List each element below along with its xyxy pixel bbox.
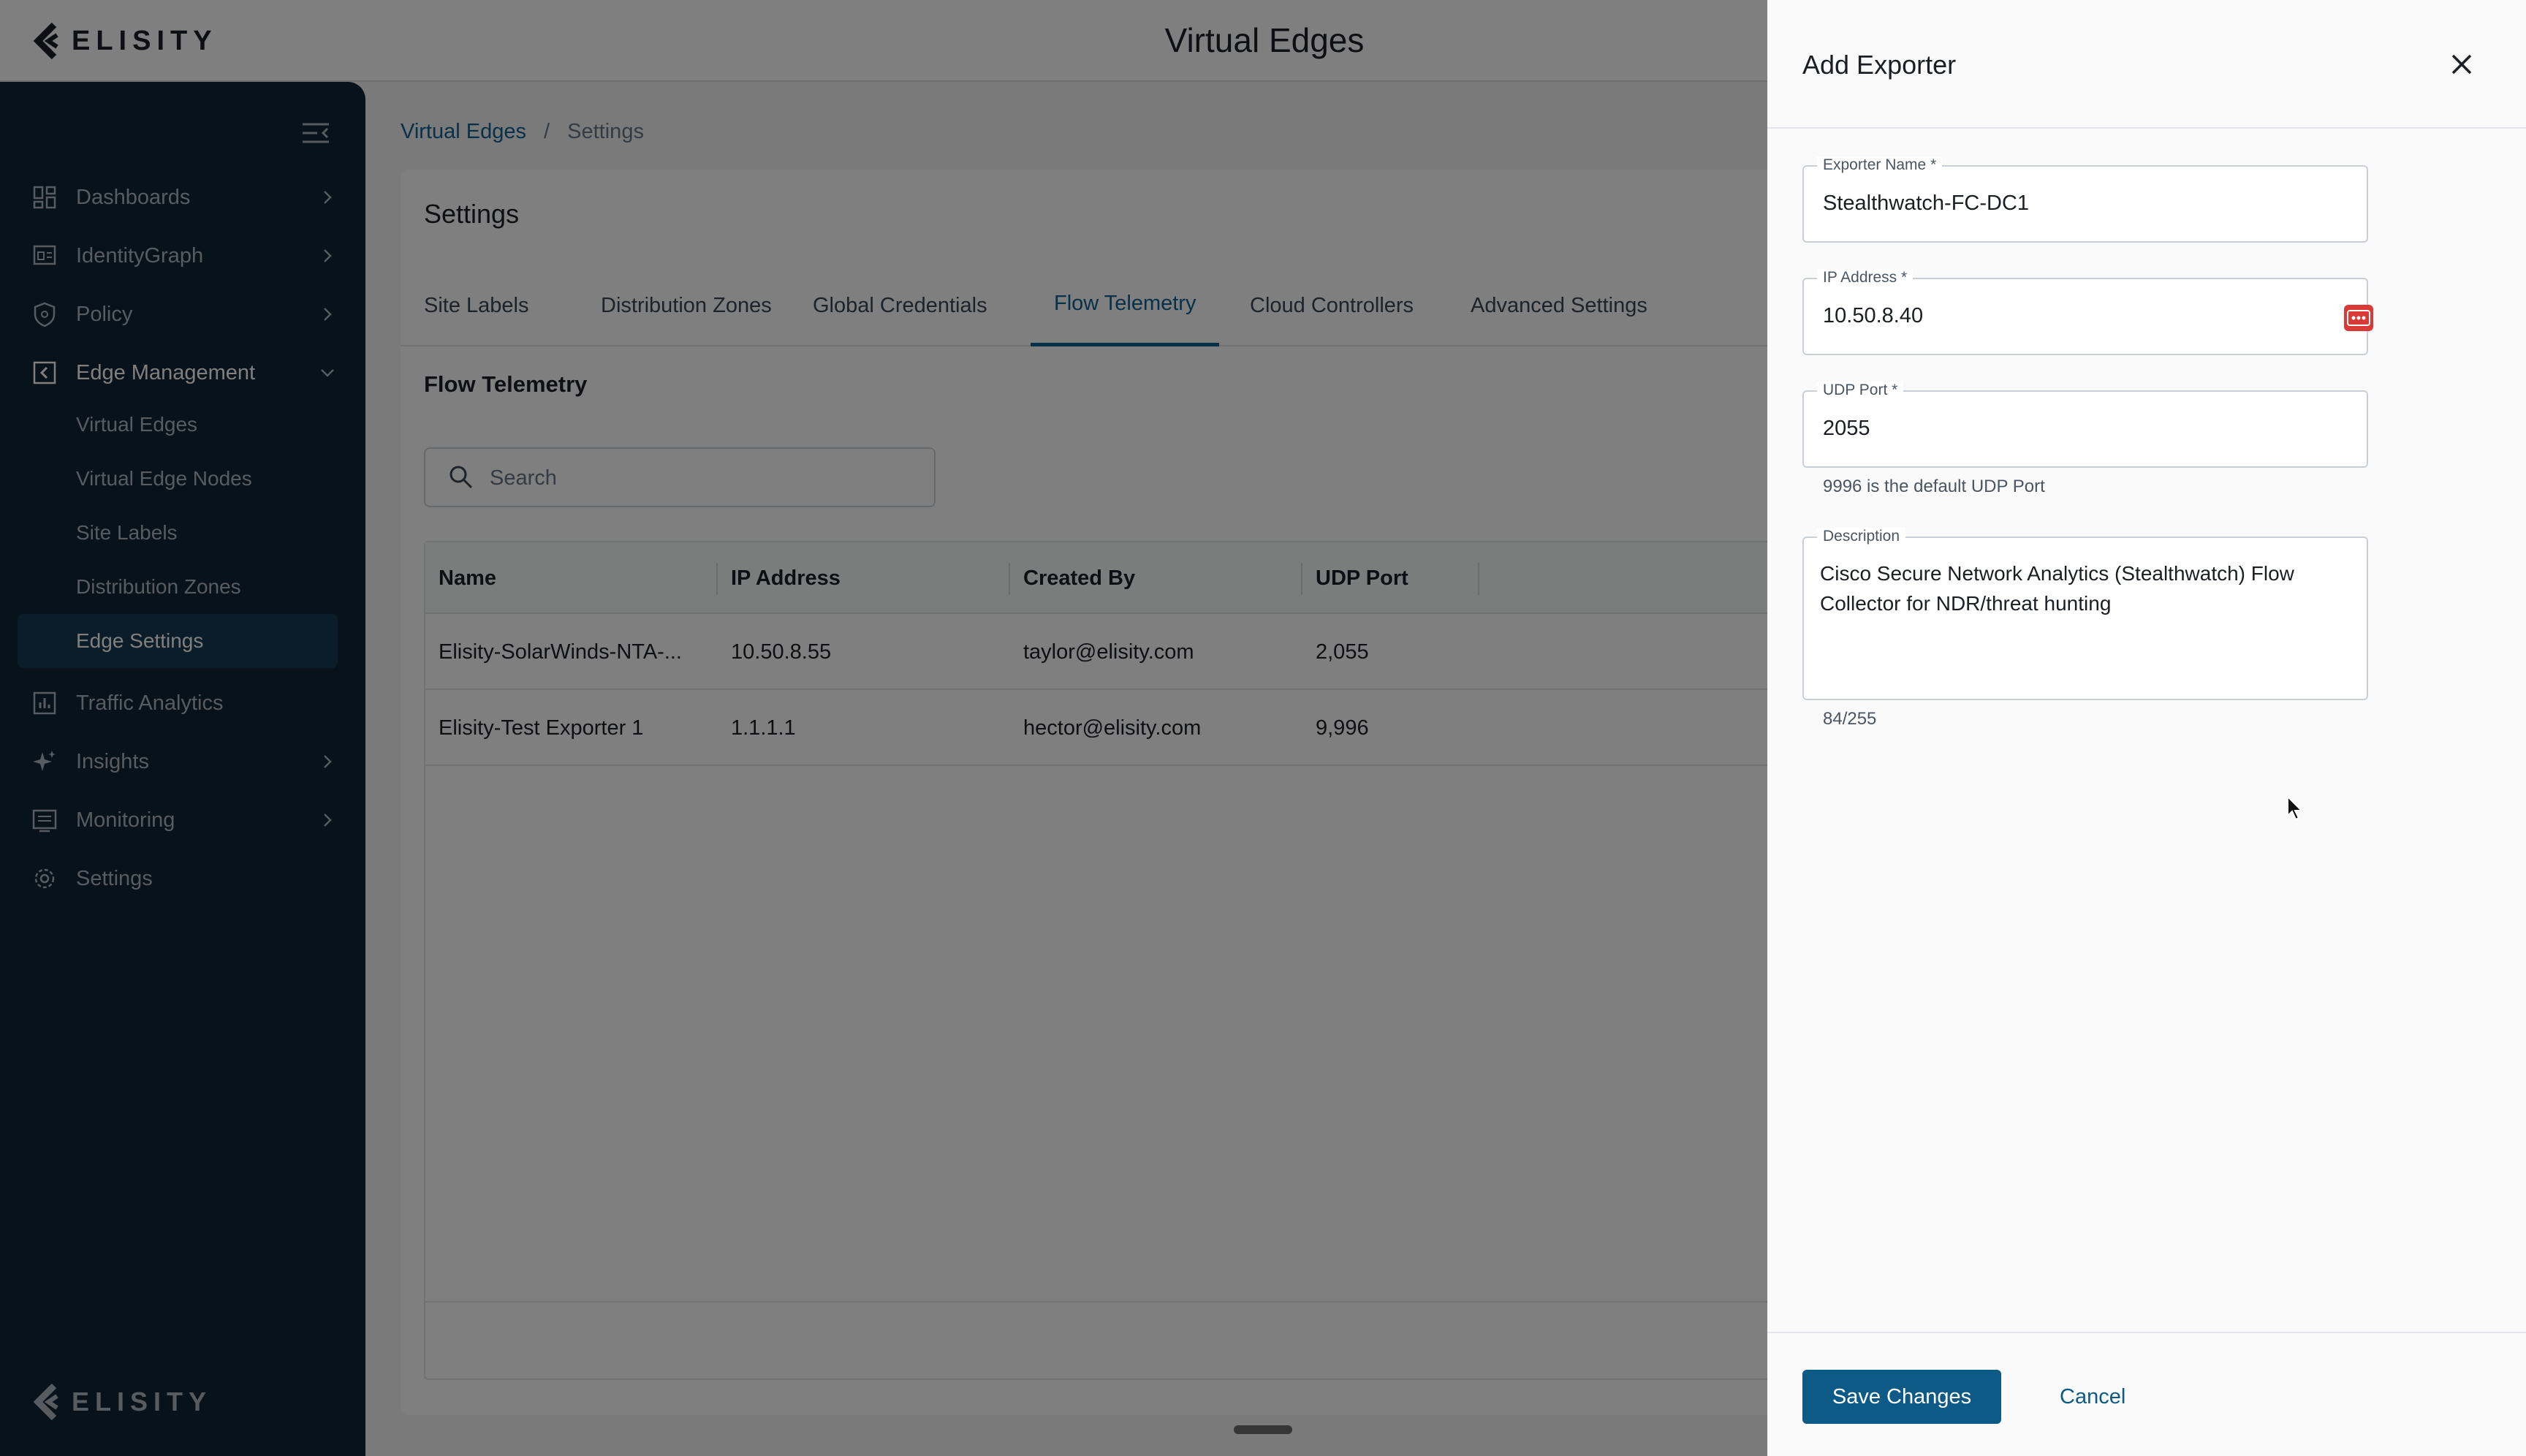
add-exporter-drawer: Add Exporter Exporter Name * IP Address … [1767,0,2526,1456]
field-label: Description [1817,528,1906,545]
drag-handle[interactable] [1234,1425,1292,1434]
field-label: Exporter Name * [1817,156,1943,174]
field-label: UDP Port * [1817,382,1904,399]
save-changes-button[interactable]: Save Changes [1802,1370,2001,1424]
description-character-counter: 84/255 [1823,709,1877,729]
description-field: Description Cisco Secure Network Analyti… [1802,528,2368,700]
ip-address-field: IP Address * [1802,269,2373,355]
drawer-footer: Save Changes Cancel [1767,1332,2526,1456]
close-icon[interactable] [2446,48,2478,80]
udp-port-input[interactable] [1823,411,2305,446]
drawer-header: Add Exporter [1767,0,2526,129]
ip-address-input[interactable] [1823,298,2305,333]
cancel-button[interactable]: Cancel [2045,1370,2140,1424]
exporter-name-input[interactable] [1823,186,2305,221]
udp-port-helper-text: 9996 is the default UDP Port [1823,477,2045,496]
udp-port-field: UDP Port * [1802,382,2368,468]
drawer-title: Add Exporter [1802,50,1957,80]
mouse-cursor-icon [2287,795,2304,821]
password-manager-icon[interactable] [2343,304,2374,332]
field-label: IP Address * [1817,269,1914,287]
description-textarea[interactable]: Cisco Secure Network Analytics (Stealthw… [1820,558,2354,690]
exporter-name-field: Exporter Name * [1802,156,2368,243]
